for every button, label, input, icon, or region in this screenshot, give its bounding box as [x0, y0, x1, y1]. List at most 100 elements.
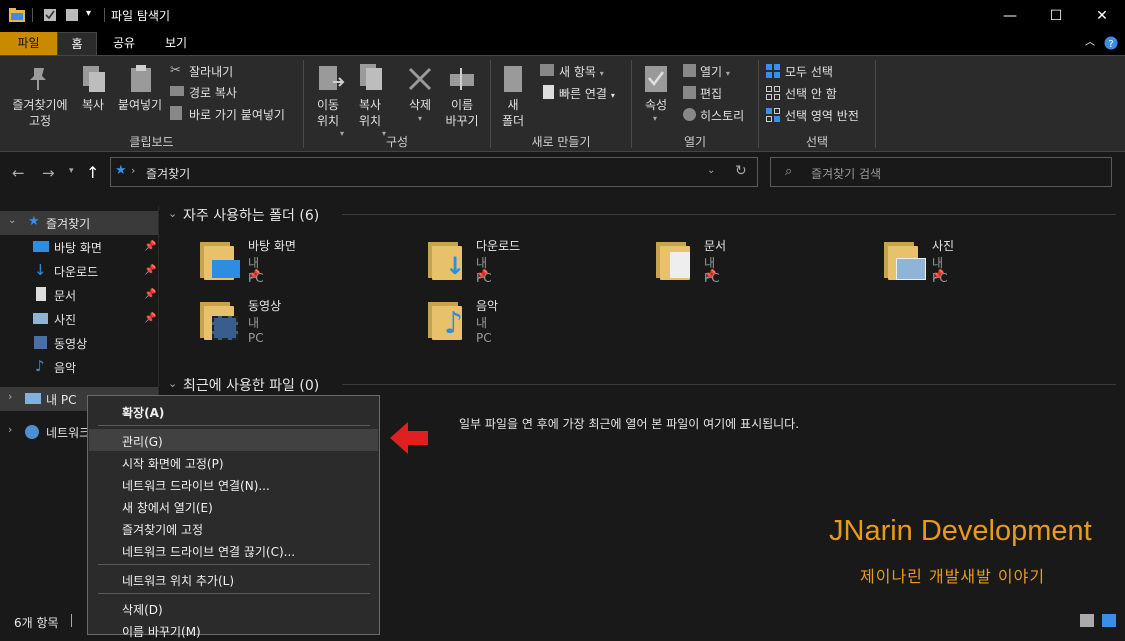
- tab-home[interactable]: 홈: [57, 32, 97, 55]
- nav-item-downloads[interactable]: ↓ 다운로드 📌: [0, 259, 158, 283]
- paste-button[interactable]: 붙여넣기: [114, 97, 166, 113]
- downloads-folder-icon: ↓: [428, 240, 472, 280]
- address-path[interactable]: 즐겨찾기: [146, 165, 190, 182]
- desktop-icon: [33, 241, 49, 252]
- nav-item-documents[interactable]: 문서 📌: [0, 283, 158, 307]
- group-select: 선택: [805, 135, 829, 149]
- recent-files-header[interactable]: 최근에 사용한 파일 (0): [183, 375, 319, 395]
- move-to-button[interactable]: 이동 위치: [308, 97, 348, 129]
- open-button[interactable]: 열기 ▾: [700, 63, 730, 80]
- network-icon: [25, 425, 39, 439]
- ribbon-tabs: 파일 홈 공유 보기 ︿ ?: [0, 32, 1125, 55]
- delete-icon: [407, 66, 433, 95]
- invert-selection-button[interactable]: 선택 영역 반전: [785, 107, 859, 124]
- desktop-folder-icon: [200, 240, 244, 280]
- frequent-folders-header[interactable]: 자주 사용하는 폴더 (6): [183, 205, 319, 225]
- search-box[interactable]: ⌕ 즐겨찾기 검색: [770, 157, 1112, 187]
- watermark-title: JNarin Development: [829, 515, 1092, 547]
- menu-item-map-drive[interactable]: 네트워크 드라이브 연결(N)...: [89, 473, 378, 495]
- star-icon: ★: [28, 214, 40, 229]
- search-placeholder: 즐겨찾기 검색: [811, 167, 882, 181]
- forward-icon[interactable]: →: [42, 164, 55, 182]
- close-button[interactable]: ✕: [1079, 0, 1125, 32]
- history-button[interactable]: 히스토리: [700, 107, 744, 124]
- group-new: 새로 만들기: [531, 135, 591, 149]
- tab-file[interactable]: 파일: [0, 32, 57, 55]
- address-bar[interactable]: ★ › 즐겨찾기 ⌄ ↻: [110, 157, 758, 187]
- new-folder-qa-icon[interactable]: [65, 8, 79, 22]
- paste-shortcut-icon: [170, 106, 182, 120]
- help-icon[interactable]: ?: [1102, 32, 1120, 55]
- customize-qa-icon[interactable]: ▾: [86, 8, 100, 22]
- menu-item-open-new-window[interactable]: 새 창에서 열기(E): [89, 495, 378, 517]
- svg-text:?: ?: [1108, 39, 1113, 50]
- pin-icon: 📌: [144, 265, 157, 276]
- select-none-icon: [766, 86, 780, 103]
- computer-icon: [25, 393, 41, 404]
- cut-button[interactable]: 잘라내기: [189, 63, 233, 80]
- watermark-subtitle: 제이나린 개발새발 이야기: [860, 567, 1046, 586]
- search-icon: ⌕: [785, 164, 793, 179]
- new-item-button[interactable]: 새 항목 ▾: [559, 63, 604, 80]
- back-icon[interactable]: ←: [12, 164, 25, 182]
- copy-button[interactable]: 복사: [76, 97, 110, 113]
- rename-button[interactable]: 이름 바꾸기: [440, 97, 484, 129]
- menu-item-pin-quick-access[interactable]: 즐겨찾기에 고정: [89, 517, 378, 539]
- videos-folder-icon: [200, 300, 244, 340]
- details-view-icon[interactable]: [1080, 614, 1094, 627]
- cut-icon: ✂: [170, 63, 181, 78]
- title-bar: ▾ 파일 탐색기 — ☐ ✕: [0, 0, 1125, 32]
- nav-item-desktop[interactable]: 바탕 화면 📌: [0, 235, 158, 259]
- properties-qa-icon[interactable]: [43, 8, 57, 22]
- video-icon: [34, 336, 47, 349]
- maximize-button[interactable]: ☐: [1033, 0, 1079, 32]
- address-dropdown-icon[interactable]: ⌄: [707, 165, 715, 176]
- edit-button[interactable]: 편집: [700, 85, 722, 102]
- collapse-ribbon-icon[interactable]: ︿: [1082, 32, 1098, 55]
- pin-quick-access-button[interactable]: 즐겨찾기에 고정: [4, 97, 76, 129]
- pictures-folder-icon: [884, 240, 928, 280]
- recent-locations-icon[interactable]: ▾: [69, 166, 74, 176]
- ribbon: 즐겨찾기에 고정 복사 붙여넣기 ✂ 잘라내기 경로 복사 바로 가기 붙여넣기…: [0, 55, 1125, 152]
- large-icons-view-icon[interactable]: [1102, 614, 1116, 627]
- menu-item-expand[interactable]: 확장(A): [89, 400, 378, 422]
- copy-path-icon: [170, 86, 184, 96]
- pin-icon: 📌: [932, 270, 945, 281]
- chevron-down-icon[interactable]: ⌄: [168, 377, 177, 390]
- paste-shortcut-button[interactable]: 바로 가기 붙여넣기: [189, 106, 285, 123]
- refresh-icon[interactable]: ↻: [735, 163, 747, 179]
- select-all-button[interactable]: 모두 선택: [785, 63, 833, 80]
- copy-to-button[interactable]: 복사 위치: [350, 97, 390, 129]
- tab-share[interactable]: 공유: [101, 32, 147, 55]
- copy-to-icon: [358, 62, 386, 97]
- menu-item-pin-start[interactable]: 시작 화면에 고정(P): [89, 451, 378, 473]
- nav-item-pictures[interactable]: 사진 📌: [0, 307, 158, 331]
- chevron-down-icon[interactable]: ⌄: [8, 215, 16, 226]
- pin-icon: 📌: [476, 270, 489, 281]
- chevron-right-icon[interactable]: ›: [8, 390, 12, 403]
- chevron-right-icon[interactable]: ›: [8, 423, 12, 436]
- select-none-button[interactable]: 선택 안 함: [785, 85, 837, 102]
- copy-path-button[interactable]: 경로 복사: [189, 84, 237, 101]
- delete-button[interactable]: 삭제: [400, 97, 440, 113]
- easy-access-button[interactable]: 빠른 연결 ▾: [559, 85, 615, 102]
- menu-item-manage[interactable]: 관리(G): [89, 429, 378, 451]
- pin-icon: 📌: [704, 270, 717, 281]
- star-icon: ★: [115, 163, 127, 178]
- file-explorer-icon: [9, 8, 25, 22]
- menu-item-delete[interactable]: 삭제(D): [89, 597, 378, 619]
- menu-item-disconnect-drive[interactable]: 네트워크 드라이브 연결 끊기(C)...: [89, 539, 378, 561]
- menu-item-add-network-location[interactable]: 네트워크 위치 추가(L): [89, 568, 378, 590]
- new-folder-button[interactable]: 새 폴더: [496, 97, 530, 129]
- tab-view[interactable]: 보기: [153, 32, 199, 55]
- up-icon[interactable]: ↑: [86, 163, 99, 182]
- pin-icon: 📌: [144, 289, 157, 300]
- chevron-down-icon[interactable]: ⌄: [168, 207, 177, 220]
- menu-item-rename[interactable]: 이름 바꾸기(M): [89, 619, 378, 641]
- minimize-button[interactable]: —: [987, 0, 1033, 32]
- properties-button[interactable]: 속성: [636, 97, 676, 113]
- nav-item-music[interactable]: ♪ 음악: [0, 355, 158, 379]
- nav-quick-access[interactable]: ⌄ ★ 즐겨찾기: [0, 211, 158, 235]
- nav-item-videos[interactable]: 동영상: [0, 331, 158, 355]
- music-icon: ♪: [35, 357, 45, 375]
